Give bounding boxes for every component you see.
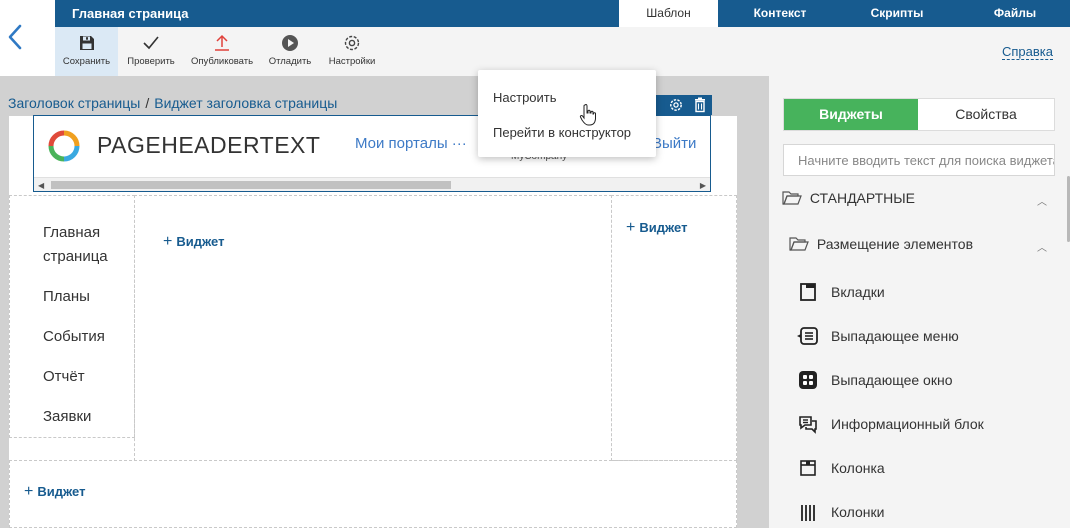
breadcrumb-separator: / [145,95,150,111]
play-circle-icon [282,35,298,51]
debug-label: Отладить [268,56,312,67]
widget-label: Колонки [831,504,885,520]
logout-link[interactable]: Выйти [652,135,696,152]
debug-button[interactable]: Отладить [265,27,315,76]
dropdown-menu-icon [797,327,818,345]
settings-label: Настройки [328,56,376,67]
back-strip [0,0,30,76]
gear-icon[interactable] [668,97,684,113]
group-label: СТАНДАРТНЫЕ [809,190,915,206]
folder-open-icon [782,191,802,205]
header-text: PAGEHEADERTEXT [97,132,321,158]
save-button[interactable]: Сохранить [55,27,118,76]
add-widget-label: Виджет [176,234,225,249]
group-label: Размещение элементов [816,236,974,252]
save-icon [79,36,94,50]
scroll-left-icon[interactable]: ◀ [38,181,44,190]
widget-search-input[interactable]: Начните вводить текст для поиска виджета [783,144,1055,176]
my-portals-label: Мои порталы [355,135,448,152]
tab-files[interactable]: Файлы [965,0,1065,27]
context-menu: Настроить Перейти в конструктор [478,70,656,157]
settings-button[interactable]: Настройки [323,27,381,76]
tab-widgets[interactable]: Виджеты [784,99,918,130]
page-title: Главная страница [72,6,189,21]
widget-label: Информационный блок [831,416,984,432]
menu-item-configure[interactable]: Настроить [493,90,557,105]
widget-label: Выпадающее окно [831,372,953,388]
trash-icon[interactable] [692,97,708,113]
scrollbar-thumb[interactable] [51,181,451,189]
add-widget-button-main[interactable]: + Виджет [163,233,224,251]
widget-panel: Виджеты Свойства Начните вводить текст д… [769,76,1070,528]
nav-item-report[interactable]: Отчёт [43,365,85,389]
top-bar: Главная страница Шаблон Контекст Скрипты… [55,0,1070,27]
back-button[interactable] [4,20,26,54]
chevron-left-icon [8,24,22,50]
widget-label: Колонка [831,460,885,476]
dropdown-window-icon [799,371,817,389]
nav-item-events[interactable]: События [43,325,105,349]
breadcrumb: Заголовок страницы / Виджет заголовка стра… [8,95,337,111]
nav-item-home[interactable]: Главная страница [43,221,118,269]
more-icon: ··· [451,135,467,152]
gear-icon [344,35,360,51]
add-widget-button-footer[interactable]: + Виджет [24,483,85,501]
save-label: Сохранить [62,56,111,67]
check-label: Проверить [127,56,175,67]
add-widget-label: Виджет [37,484,86,499]
group-standard[interactable]: СТАНДАРТНЫЕ [782,190,915,206]
plus-icon: + [24,483,34,500]
breadcrumb-current[interactable]: Виджет заголовка страницы [154,95,337,111]
column-icon [800,460,816,476]
tabs-icon [800,283,816,301]
toolbar: Сохранить Проверить Опубликовать Отладит… [55,27,1070,76]
add-widget-label: Виджет [639,220,688,235]
checkmark-icon [143,36,159,50]
menu-item-open-constructor[interactable]: Перейти в конструктор [493,125,631,140]
plus-icon: + [163,233,173,250]
add-widget-button-right[interactable]: + Виджет [626,219,687,237]
breadcrumb-root[interactable]: Заголовок страницы [8,95,140,111]
nav-item-requests[interactable]: Заявки [43,405,91,429]
nav-item-plans[interactable]: Планы [43,285,90,309]
group-layout[interactable]: Размещение элементов [789,236,973,252]
chat-bubbles-icon [799,416,817,434]
publish-button[interactable]: Опубликовать [187,27,257,76]
chevron-up-icon[interactable]: ︿ [1037,193,1047,208]
check-button[interactable]: Проверить [123,27,179,76]
tab-scripts[interactable]: Скрипты [847,0,947,27]
nav-item-label: Главная страница [43,224,108,265]
widget-toolbar [646,95,712,115]
tab-template[interactable]: Шаблон [619,0,718,27]
help-link[interactable]: Справка [1002,44,1053,60]
app-root: Главная страница Шаблон Контекст Скрипты… [0,0,1070,528]
footer-zone [9,460,737,528]
plus-icon: + [626,219,636,236]
folder-open-icon [789,237,809,251]
publish-label: Опубликовать [190,56,254,67]
hand-cursor-icon [579,103,596,126]
panel-tabs: Виджеты Свойства [783,98,1055,131]
widget-label: Вкладки [831,284,885,300]
upload-icon [215,34,229,51]
scroll-right-icon[interactable]: ▶ [700,181,706,190]
chevron-up-icon[interactable]: ︿ [1037,239,1047,254]
my-portals-link[interactable]: Мои порталы ··· [355,135,467,152]
tab-properties[interactable]: Свойства [918,99,1054,130]
horizontal-scrollbar[interactable]: ◀ ▶ [34,177,710,191]
widget-label: Выпадающее меню [831,328,959,344]
logo-icon [48,130,80,162]
columns-icon [801,505,815,521]
tab-context[interactable]: Контекст [730,0,830,27]
